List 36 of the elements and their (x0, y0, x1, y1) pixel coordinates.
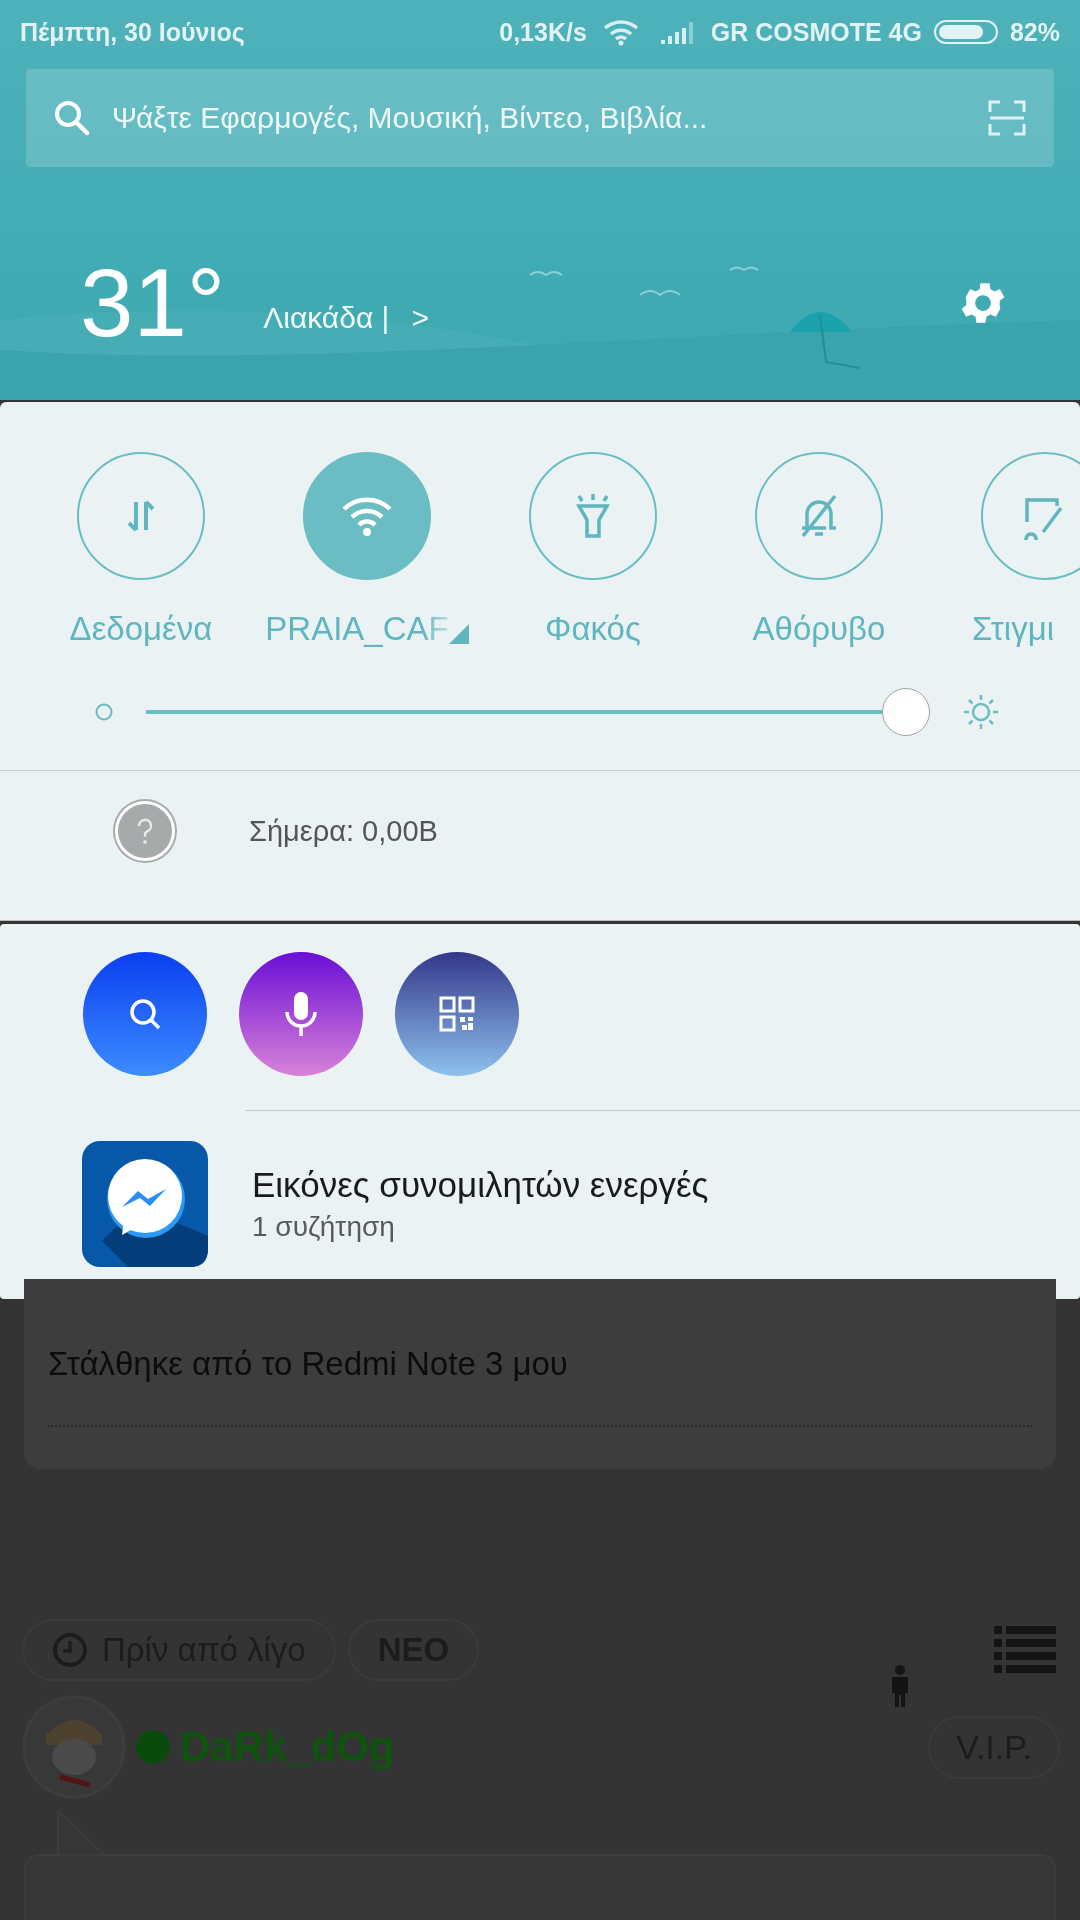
toggle-button[interactable] (77, 452, 205, 580)
dropdown-triangle-icon[interactable] (448, 624, 469, 644)
temperature: 31° (80, 255, 226, 351)
toggle-label: Φακός (545, 610, 641, 648)
data-usage-text: Σήμερα: 0,00B (249, 814, 438, 848)
scan-icon[interactable] (988, 100, 1026, 136)
search-bar[interactable]: Ψάξτε Εφαρμογές, Μουσική, Βίντεο, Βιβλία... (26, 69, 1054, 167)
network-speed: 0,13K/s (499, 17, 587, 47)
notification-subtitle: 1 συζήτηση (252, 1211, 396, 1243)
toggle-label: Στιγμι (972, 610, 1055, 648)
battery-icon (933, 20, 998, 44)
battery-percent: 82% (1009, 17, 1060, 47)
weather-condition[interactable]: Λιακάδα | (263, 301, 390, 335)
brightness-high-icon (962, 693, 1000, 731)
help-icon (115, 801, 175, 861)
messenger-app-icon[interactable] (82, 1141, 208, 1267)
wifi-icon (602, 18, 639, 46)
toggle-label: Αθόρυβο (752, 610, 886, 648)
weather-more-link[interactable]: > (411, 301, 429, 335)
wifi-icon (341, 494, 393, 538)
qr-code-icon (437, 994, 477, 1034)
notification-title: Εικόνες συνομιλητών ενεργές (252, 1165, 709, 1205)
list-icon[interactable] (994, 1626, 1056, 1674)
slider-thumb[interactable] (882, 688, 930, 736)
carrier-name: GR COSMOTE 4G (710, 17, 922, 47)
toggle-button[interactable] (981, 452, 1080, 580)
search-field[interactable]: Ψάξτε Εφαρμογές, Μουσική, Βίντεο, Βιβλία... (110, 100, 970, 136)
toggle-button[interactable] (755, 452, 883, 580)
toggle-label: Δεδομένα (69, 610, 213, 648)
status-date: Πέμπτη, 30 Ιούνιος (20, 17, 245, 47)
toggle-button[interactable] (529, 452, 657, 580)
search-icon (52, 98, 92, 138)
brightness-low-icon (94, 702, 114, 722)
toggle-label: PRAIA_CAF (265, 610, 449, 648)
clock-icon (52, 1632, 88, 1668)
avatar-icon (22, 1695, 126, 1799)
